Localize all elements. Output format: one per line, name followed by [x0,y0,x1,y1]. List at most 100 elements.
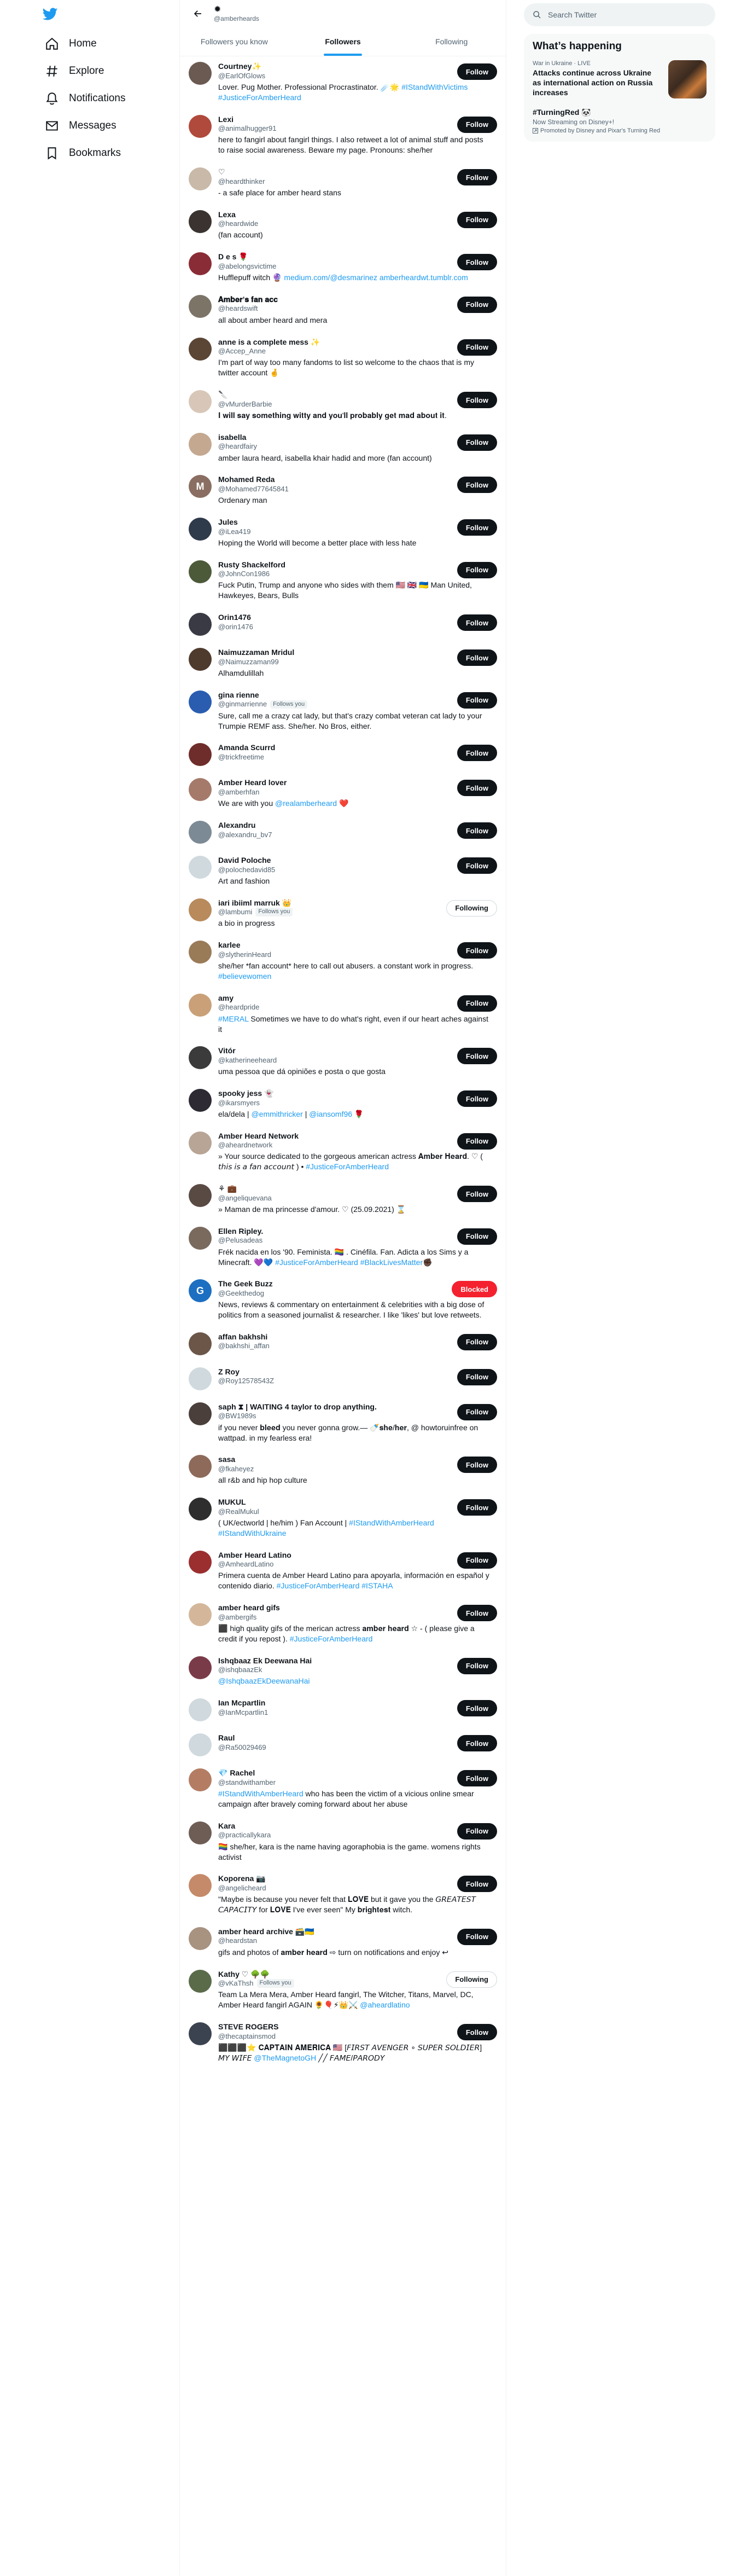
user-handle[interactable]: @angelicheard [218,1884,266,1893]
follow-button[interactable]: Follow [457,1090,497,1107]
bio-link[interactable]: #BlackLivesMatter [360,1258,423,1267]
trend-item[interactable]: War in Ukraine · LIVE Attacks continue a… [533,60,707,98]
user-row[interactable]: affan bakhshi @bakhshi_affan Follow [180,1327,506,1362]
follow-button[interactable]: Follow [457,1657,497,1674]
avatar[interactable] [189,1226,212,1250]
user-row[interactable]: karlee @slytherinHeard Follow she/her *fan … [180,935,506,988]
user-handle[interactable]: @practicallykara [218,1831,271,1840]
user-handle[interactable]: @BW1989s [218,1412,256,1420]
user-handle[interactable]: @aheardnetwork [218,1141,272,1150]
bio-link[interactable]: @realamberheard [275,799,337,808]
bio-link[interactable]: @IshqbaazEkDeewanaHai [218,1676,310,1685]
avatar[interactable] [189,432,212,456]
follow-button[interactable]: Follow [457,339,497,356]
display-name[interactable]: The Geek Buzz [218,1279,273,1289]
user-handle[interactable]: @animalhugger91 [218,124,276,133]
display-name[interactable]: 🔪 [218,390,272,400]
user-row[interactable]: sasa @fkaheyez Follow all r&b and hip hop c… [180,1449,506,1492]
user-handle[interactable]: @Geekthedog [218,1289,264,1298]
avatar[interactable] [189,993,212,1017]
avatar[interactable] [189,1046,212,1070]
search-box[interactable] [524,3,715,26]
display-name[interactable]: spooky jess 👻 [218,1089,273,1099]
display-name[interactable]: amy [218,994,259,1003]
follow-button[interactable]: Follow [457,745,497,762]
avatar[interactable] [189,1498,212,1521]
follow-button[interactable]: Follow [457,1823,497,1840]
display-name[interactable]: Orin1476 [218,613,253,623]
user-row[interactable]: amber heard archive 🗃️🇺🇦 @heardstan Follow… [180,1922,506,1964]
user-handle[interactable]: @slytherinHeard [218,950,271,959]
display-name[interactable]: gina rienne [218,691,307,700]
user-handle[interactable]: @angeliquevana [218,1194,272,1203]
user-handle[interactable]: @vMurderBarbie [218,400,272,409]
user-handle[interactable]: @heardwide [218,219,258,228]
user-handle[interactable]: @ginmarrienne [218,700,267,709]
avatar[interactable] [189,167,212,191]
display-name[interactable]: amber heard archive 🗃️🇺🇦 [218,1927,314,1937]
user-handle[interactable]: @ambergifs [218,1613,256,1622]
user-row[interactable]: Kathy ♡ 🌳🌳 @vKaThsh Follows you Following Te… [180,1964,506,2017]
user-handle[interactable]: @ishqbaazEk [218,1666,262,1674]
display-name[interactable]: Amber Heard lover [218,778,287,788]
user-handle[interactable]: @IanMcpartlin1 [218,1708,268,1717]
follow-button[interactable]: Follow [457,1403,497,1420]
search-input[interactable] [548,10,690,19]
user-row[interactable]: ⚘ 💼 @angeliquevana Follow » Maman de ma pri… [180,1179,506,1221]
user-handle[interactable]: @polochedavid85 [218,866,275,874]
user-row[interactable]: Kara @practicallykara Follow 🏳️‍🌈 she/her, … [180,1816,506,1869]
user-handle[interactable]: @JohnCon1986 [218,570,270,578]
user-handle[interactable]: @AmheardLatino [218,1560,273,1569]
bio-link[interactable]: #JusticeForAmberHeard [290,1634,373,1643]
user-handle[interactable]: @Naimuzzaman99 [218,658,279,666]
bio-link[interactable]: #JusticeForAmberHeard [275,1258,358,1267]
display-name[interactable]: Lexa [218,210,258,220]
user-handle[interactable]: @orin1476 [218,623,253,631]
user-handle[interactable]: @thecaptainsmod [218,2032,276,2041]
user-row[interactable]: isabella @heardfairy Follow amber laura hea… [180,427,506,470]
follow-button[interactable]: Follow [457,1700,497,1717]
avatar[interactable] [189,1184,212,1208]
tab-followers-you-know[interactable]: Followers you know [180,27,289,56]
avatar[interactable] [189,1550,212,1574]
display-name[interactable]: 𝐀𝐦𝐛𝐞𝐫’𝐬 𝐟𝐚𝐧 𝐚𝐜𝐜 [218,295,278,305]
follow-button[interactable]: Follow [457,1048,497,1065]
follow-button[interactable]: Follow [457,477,497,494]
trend-item-promoted[interactable]: #TurningRed 🐼 Now Streaming on Disney+! … [533,107,707,134]
user-row[interactable]: Amber Heard lover @amberhfan Follow We are … [180,773,506,815]
blocked-button[interactable]: Blocked [452,1281,497,1298]
follow-button[interactable]: Follow [457,2024,497,2041]
user-row[interactable]: spooky jess 👻 @ikarsmyers Follow ela/dela |… [180,1083,506,1126]
user-row[interactable]: Amber Heard Network @aheardnetwork Follow»… [180,1126,506,1179]
nav-notifications[interactable]: Notifications [38,86,132,111]
user-row[interactable]: Lexa @heardwide Follow (fan account) [180,205,506,247]
follow-button[interactable]: Follow [457,561,497,578]
nav-explore[interactable]: Explore [38,59,110,83]
avatar[interactable] [189,898,212,921]
display-name[interactable]: Lexi [218,115,276,125]
avatar[interactable] [189,1603,212,1627]
user-handle[interactable]: @EarlOfGlows [218,72,265,80]
bio-link[interactable]: @TheMagnetoGH [254,2053,316,2062]
avatar[interactable] [189,114,212,138]
avatar[interactable] [189,648,212,671]
user-row[interactable]: Amber Heard Latino @AmheardLatino Follow Pr… [180,1545,506,1598]
user-row[interactable]: Koporena 📷 @angelicheard Follow "Maybe is b… [180,1869,506,1922]
display-name[interactable]: Vitór [218,1046,277,1056]
nav-messages[interactable]: Messages [38,114,123,138]
follow-button[interactable]: Follow [457,1770,497,1787]
avatar[interactable] [189,856,212,879]
user-row[interactable]: iari ibiiml marruk 👑 @lambumi Follows you F… [180,893,506,936]
user-row[interactable]: amber heard gifs @ambergifs Follow ⬛ high q… [180,1598,506,1651]
user-handle[interactable]: @Mohamed77645841 [218,485,289,494]
user-row[interactable]: MUKUL @RealMukul Follow ( UK/ectworld | he/… [180,1492,506,1545]
avatar[interactable] [189,1969,212,1993]
user-row[interactable]: Raul @Ra50029469 Follow [180,1728,506,1763]
avatar[interactable] [189,778,212,802]
avatar[interactable] [189,1131,212,1154]
user-handle[interactable]: @katherineeheard [218,1056,277,1065]
avatar[interactable] [189,1874,212,1898]
user-row[interactable]: gina rienne @ginmarrienne Follows you Follo… [180,685,506,738]
display-name[interactable]: D e s 🌹 [218,252,276,262]
follow-button[interactable]: Follow [457,822,497,839]
